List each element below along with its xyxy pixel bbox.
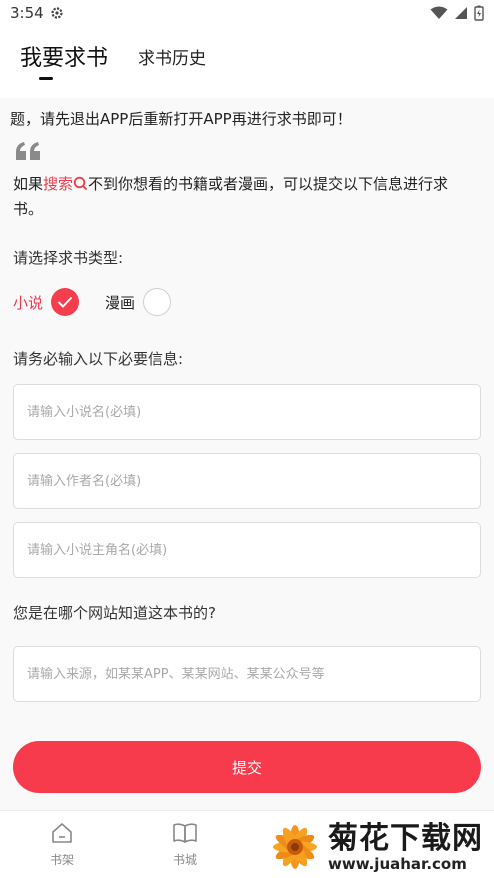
intro-text: 如果搜索 不到你想看的书籍或者漫画，可以提交以下信息进行求书。 xyxy=(13,172,473,222)
source-label: 您是在哪个网站知道这本书的? xyxy=(13,604,216,622)
submit-button[interactable]: 提交 xyxy=(13,741,481,793)
tab-active-indicator xyxy=(39,77,53,80)
nav-bookshelf[interactable]: 书架 xyxy=(37,821,87,868)
intro-search-word: 搜索 xyxy=(43,175,74,193)
marquee-notice: 题，请先退出APP后重新打开APP再进行求书即可！ xyxy=(10,110,352,128)
radio-novel-check[interactable] xyxy=(51,288,80,316)
chrysanthemum-logo-icon xyxy=(273,825,317,869)
request-form: 题，请先退出APP后重新打开APP再进行求书即可！ 如果搜索 不到你想看的书籍或者… xyxy=(0,98,494,810)
nav-bookshelf-label: 书架 xyxy=(49,853,74,867)
status-time: 3:54 xyxy=(10,4,44,22)
protagonist-input[interactable] xyxy=(27,542,480,558)
radio-comic-label: 漫画 xyxy=(105,293,136,312)
gear-icon xyxy=(51,7,63,19)
watermark-name: 菊花下载网 xyxy=(328,820,483,856)
title-field[interactable] xyxy=(13,384,481,440)
nav-bookstore-label: 书城 xyxy=(172,853,197,867)
search-icon xyxy=(73,176,88,191)
author-field[interactable] xyxy=(13,453,481,509)
watermark-text: 菊花下载网 www.juahar.com xyxy=(328,820,483,873)
title-input[interactable] xyxy=(27,404,480,420)
tab-request-book[interactable]: 我要求书 xyxy=(20,26,108,72)
bookshelf-icon xyxy=(52,823,72,843)
battery-icon xyxy=(474,5,484,21)
intro-prefix: 如果 xyxy=(13,175,44,193)
protagonist-field[interactable] xyxy=(13,522,481,578)
radio-comic[interactable]: 漫画 xyxy=(105,288,172,316)
author-input[interactable] xyxy=(27,473,480,489)
type-label: 请选择求书类型: xyxy=(13,249,124,267)
source-input[interactable] xyxy=(27,666,480,682)
wifi-icon xyxy=(430,6,448,19)
required-label: 请务必输入以下必要信息: xyxy=(13,350,184,368)
source-field[interactable] xyxy=(13,646,481,702)
tab-request-book-label: 我要求书 xyxy=(20,46,109,71)
watermark: 菊花下载网 www.juahar.com xyxy=(268,818,490,876)
quote-icon xyxy=(16,142,40,160)
radio-comic-circle[interactable] xyxy=(143,288,172,316)
watermark-url: www.juahar.com xyxy=(328,854,467,873)
tab-bar: 我要求书 求书历史 xyxy=(0,26,494,98)
radio-novel[interactable]: 小说 xyxy=(13,288,80,316)
radio-novel-label: 小说 xyxy=(13,293,44,312)
nav-bookstore[interactable]: 书城 xyxy=(160,821,210,868)
tab-request-history[interactable]: 求书历史 xyxy=(138,26,206,69)
signal-icon xyxy=(455,7,467,19)
tab-request-history-label: 求书历史 xyxy=(138,49,207,69)
status-bar: 3:54 xyxy=(0,0,494,26)
check-icon xyxy=(57,296,73,308)
book-type-radio-group: 小说 漫画 xyxy=(13,287,197,317)
book-icon xyxy=(173,823,197,843)
